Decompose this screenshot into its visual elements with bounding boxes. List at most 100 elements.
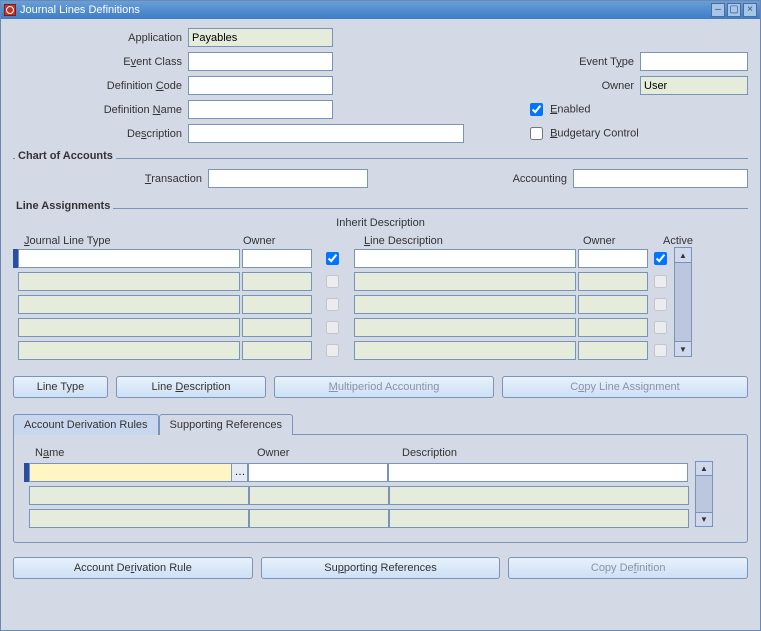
inherit-checkbox (326, 321, 339, 334)
window-buttons: – ▢ × (711, 3, 757, 17)
owner2-cell[interactable] (578, 249, 648, 268)
la-row (13, 247, 674, 269)
ref-scrollbar[interactable]: ▲ ▼ (695, 461, 713, 527)
accounting-field[interactable] (573, 169, 748, 188)
owner-cell (242, 341, 312, 360)
definition-code-label: Definition Code (13, 80, 188, 92)
owner-field[interactable] (640, 76, 748, 95)
ref-owner-cell[interactable] (248, 463, 388, 482)
inherit-checkbox (326, 298, 339, 311)
col-active: Active (658, 235, 698, 247)
minimize-button[interactable]: – (711, 3, 725, 17)
tab-account-derivation-rules[interactable]: Account Derivation Rules (13, 414, 159, 435)
tab-panel: Name Owner Description … (13, 434, 748, 543)
la-row (13, 339, 674, 361)
jlt-cell (18, 341, 240, 360)
lov-button[interactable]: … (232, 463, 248, 482)
ref-name-cell (29, 486, 249, 505)
copy-definition-button: Copy Definition (508, 557, 748, 579)
jlt-cell (18, 272, 240, 291)
content-area: Application Event Class Event Type Defin… (1, 19, 760, 587)
line-desc-cell[interactable] (354, 249, 576, 268)
window-title: Journal Lines Definitions (20, 4, 711, 16)
mid-button-row: Line Type Line Description Multiperiod A… (13, 376, 748, 398)
owner-cell (242, 272, 312, 291)
active-checkbox (654, 321, 667, 334)
line-assignments-group: Line Assignments Inherit Description Jou… (13, 208, 748, 579)
enabled-checkbox[interactable] (530, 103, 543, 116)
col-owner-1: Owner (243, 235, 318, 247)
tab-supporting-references[interactable]: Supporting References (159, 414, 294, 435)
application-label: Application (13, 32, 188, 44)
event-class-field[interactable] (188, 52, 333, 71)
line-type-button[interactable]: Line Type (13, 376, 108, 398)
jlt-cell[interactable] (18, 249, 240, 268)
description-field[interactable] (188, 124, 464, 143)
application-field[interactable] (188, 28, 333, 47)
ref-desc-cell (389, 509, 689, 528)
active-checkbox[interactable] (654, 252, 667, 265)
owner2-cell (578, 272, 648, 291)
account-derivation-rule-button[interactable]: Account Derivation Rule (13, 557, 253, 579)
budgetary-checkbox[interactable] (530, 127, 543, 140)
col-name: Name (29, 447, 257, 459)
owner2-cell (578, 295, 648, 314)
ref-name-cell (29, 509, 249, 528)
jlt-cell (18, 295, 240, 314)
col-journal-line-type: Journal Line Type (18, 235, 243, 247)
maximize-button[interactable]: ▢ (727, 3, 741, 17)
owner2-cell (578, 341, 648, 360)
ref-desc-cell[interactable] (388, 463, 688, 482)
la-scrollbar[interactable]: ▲ ▼ (674, 247, 692, 357)
line-desc-cell (354, 272, 576, 291)
app-icon (4, 4, 16, 16)
definition-name-label: Definition Name (13, 104, 188, 116)
scroll-down-icon[interactable]: ▼ (696, 512, 712, 526)
la-row (13, 293, 674, 315)
close-button[interactable]: × (743, 3, 757, 17)
jlt-cell (18, 318, 240, 337)
inherit-description-header: Inherit Description (13, 217, 748, 229)
owner-label: Owner (540, 80, 640, 92)
titlebar: Journal Lines Definitions – ▢ × (1, 1, 760, 19)
description-label: Description (13, 128, 188, 140)
chart-of-accounts-group: Chart of Accounts Transaction Accounting (13, 158, 748, 188)
line-description-button[interactable]: Line Description (116, 376, 266, 398)
active-checkbox (654, 275, 667, 288)
col-line-description: Line Description (358, 235, 583, 247)
event-type-label: Event Type (540, 56, 640, 68)
transaction-field[interactable] (208, 169, 368, 188)
ref-row (24, 507, 689, 529)
enabled-label: Enabled (550, 103, 590, 115)
definition-name-field[interactable] (188, 100, 333, 119)
ref-owner-cell (249, 509, 389, 528)
copy-line-assignment-button: Copy Line Assignment (502, 376, 748, 398)
scroll-up-icon[interactable]: ▲ (696, 462, 712, 476)
scroll-up-icon[interactable]: ▲ (675, 248, 691, 263)
col-owner-2: Owner (583, 235, 658, 247)
ref-desc-cell (389, 486, 689, 505)
definition-code-field[interactable] (188, 76, 333, 95)
scroll-down-icon[interactable]: ▼ (675, 341, 691, 356)
owner2-cell (578, 318, 648, 337)
budgetary-label: Budgetary Control (550, 127, 639, 139)
window: Journal Lines Definitions – ▢ × Applicat… (0, 0, 761, 631)
line-assignments-title: Line Assignments (13, 200, 113, 212)
line-desc-cell (354, 318, 576, 337)
line-desc-cell (354, 295, 576, 314)
ref-row (24, 484, 689, 506)
bottom-button-row: Account Derivation Rule Supporting Refer… (13, 557, 748, 579)
owner-cell (242, 318, 312, 337)
inherit-checkbox (326, 275, 339, 288)
col-desc: Description (402, 447, 672, 459)
transaction-label: Transaction (13, 173, 208, 185)
chart-of-accounts-title: Chart of Accounts (15, 150, 116, 162)
inherit-checkbox[interactable] (326, 252, 339, 265)
ref-name-cell[interactable] (29, 463, 232, 482)
owner-cell[interactable] (242, 249, 312, 268)
supporting-references-button[interactable]: Supporting References (261, 557, 501, 579)
inherit-checkbox (326, 344, 339, 357)
line-desc-cell (354, 341, 576, 360)
event-type-field[interactable] (640, 52, 748, 71)
active-checkbox (654, 298, 667, 311)
